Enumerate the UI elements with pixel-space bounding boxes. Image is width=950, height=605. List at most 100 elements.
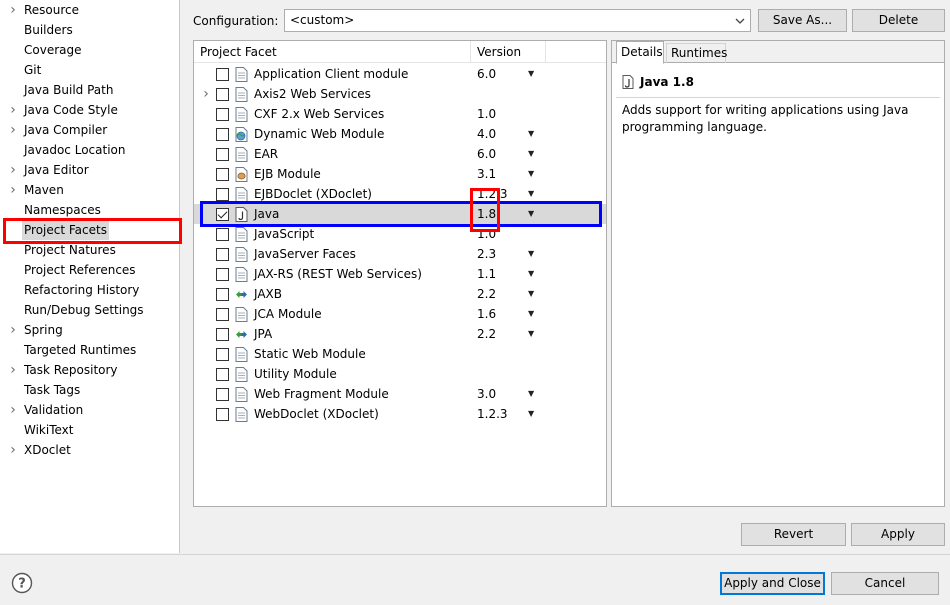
expand-arrow-icon[interactable]: › bbox=[8, 100, 18, 120]
nav-item-targeted-runtimes[interactable]: Targeted Runtimes bbox=[0, 340, 178, 360]
save-as-button[interactable]: Save As... bbox=[758, 9, 847, 32]
expand-arrow-icon[interactable]: › bbox=[8, 360, 18, 380]
nav-item-spring[interactable]: › Spring bbox=[0, 320, 178, 340]
facet-row[interactable]: EAR 6.0 ▼ bbox=[194, 144, 606, 164]
column-header-project-facet[interactable]: Project Facet bbox=[200, 41, 277, 63]
facet-checkbox[interactable] bbox=[216, 208, 229, 221]
nav-item-maven[interactable]: › Maven bbox=[0, 180, 178, 200]
project-facet-table[interactable]: Project Facet Version Application Client… bbox=[193, 40, 607, 507]
nav-item-refactoring-history[interactable]: Refactoring History bbox=[0, 280, 178, 300]
nav-item-namespaces[interactable]: Namespaces bbox=[0, 200, 178, 220]
expand-arrow-icon[interactable]: › bbox=[8, 400, 18, 420]
facet-row[interactable]: JPA 2.2 ▼ bbox=[194, 324, 606, 344]
help-icon[interactable]: ? bbox=[11, 572, 33, 594]
facet-checkbox[interactable] bbox=[216, 308, 229, 321]
delete-button[interactable]: Delete bbox=[852, 9, 945, 32]
nav-item-xdoclet[interactable]: › XDoclet bbox=[0, 440, 178, 460]
nav-item-coverage[interactable]: Coverage bbox=[0, 40, 178, 60]
version-dropdown-icon[interactable]: ▼ bbox=[528, 124, 534, 144]
nav-item-git[interactable]: Git bbox=[0, 60, 178, 80]
nav-item-javadoc-location[interactable]: Javadoc Location bbox=[0, 140, 178, 160]
version-dropdown-icon[interactable]: ▼ bbox=[528, 304, 534, 324]
facet-version[interactable]: 6.0 bbox=[477, 144, 496, 164]
facet-checkbox[interactable] bbox=[216, 388, 229, 401]
facet-version[interactable]: 1.6 bbox=[477, 304, 496, 324]
expand-arrow-icon[interactable]: › bbox=[8, 160, 18, 180]
version-dropdown-icon[interactable]: ▼ bbox=[528, 244, 534, 264]
facet-row[interactable]: EJBDoclet (XDoclet) 1.2.3 ▼ bbox=[194, 184, 606, 204]
nav-item-wikitext[interactable]: WikiText bbox=[0, 420, 178, 440]
facet-row[interactable]: Utility Module bbox=[194, 364, 606, 384]
nav-item-java-code-style[interactable]: › Java Code Style bbox=[0, 100, 178, 120]
facet-version[interactable]: 2.2 bbox=[477, 324, 496, 344]
nav-item-java-compiler[interactable]: › Java Compiler bbox=[0, 120, 178, 140]
facet-version[interactable]: 2.2 bbox=[477, 284, 496, 304]
facet-row[interactable]: JAXB 2.2 ▼ bbox=[194, 284, 606, 304]
nav-item-project-references[interactable]: Project References bbox=[0, 260, 178, 280]
version-dropdown-icon[interactable]: ▼ bbox=[528, 204, 534, 224]
tab-runtimes[interactable]: Runtimes bbox=[666, 43, 727, 63]
facet-version[interactable]: 1.2.3 bbox=[477, 184, 508, 204]
facet-checkbox[interactable] bbox=[216, 168, 229, 181]
facet-checkbox[interactable] bbox=[216, 368, 229, 381]
facet-version[interactable]: 3.1 bbox=[477, 164, 496, 184]
facet-row[interactable]: Static Web Module bbox=[194, 344, 606, 364]
configuration-select[interactable]: <custom> bbox=[284, 9, 751, 32]
facet-row[interactable]: Java 1.8 ▼ bbox=[194, 204, 606, 224]
facet-checkbox[interactable] bbox=[216, 228, 229, 241]
facet-version[interactable]: 3.0 bbox=[477, 384, 496, 404]
facet-row[interactable]: Dynamic Web Module 4.0 ▼ bbox=[194, 124, 606, 144]
facet-version[interactable]: 1.1 bbox=[477, 264, 496, 284]
facet-row[interactable]: EJB Module 3.1 ▼ bbox=[194, 164, 606, 184]
facet-checkbox[interactable] bbox=[216, 68, 229, 81]
facet-version[interactable]: 1.2.3 bbox=[477, 404, 508, 424]
facet-row[interactable]: JAX-RS (REST Web Services) 1.1 ▼ bbox=[194, 264, 606, 284]
expand-arrow-icon[interactable]: › bbox=[8, 320, 18, 340]
facet-version[interactable]: 4.0 bbox=[477, 124, 496, 144]
facet-version[interactable]: 1.8 bbox=[477, 204, 496, 224]
apply-and-close-button[interactable]: Apply and Close bbox=[720, 572, 825, 595]
facet-row[interactable]: Application Client module 6.0 ▼ bbox=[194, 64, 606, 84]
facet-row[interactable]: JavaScript 1.0 bbox=[194, 224, 606, 244]
cancel-button[interactable]: Cancel bbox=[831, 572, 939, 595]
nav-item-builders[interactable]: Builders bbox=[0, 20, 178, 40]
facet-checkbox[interactable] bbox=[216, 248, 229, 261]
facet-version[interactable]: 2.3 bbox=[477, 244, 496, 264]
nav-item-java-editor[interactable]: › Java Editor bbox=[0, 160, 178, 180]
facet-checkbox[interactable] bbox=[216, 148, 229, 161]
expand-arrow-icon[interactable]: › bbox=[8, 180, 18, 200]
facet-checkbox[interactable] bbox=[216, 288, 229, 301]
version-dropdown-icon[interactable]: ▼ bbox=[528, 284, 534, 304]
expand-arrow-icon[interactable]: › bbox=[8, 440, 18, 460]
facet-checkbox[interactable] bbox=[216, 108, 229, 121]
apply-button[interactable]: Apply bbox=[851, 523, 945, 546]
expand-arrow-icon[interactable]: › bbox=[201, 87, 211, 101]
expand-arrow-icon[interactable]: › bbox=[8, 0, 18, 20]
facet-row[interactable]: Web Fragment Module 3.0 ▼ bbox=[194, 384, 606, 404]
version-dropdown-icon[interactable]: ▼ bbox=[528, 164, 534, 184]
version-dropdown-icon[interactable]: ▼ bbox=[528, 184, 534, 204]
nav-item-project-natures[interactable]: Project Natures bbox=[0, 240, 178, 260]
version-dropdown-icon[interactable]: ▼ bbox=[528, 384, 534, 404]
nav-item-task-repository[interactable]: › Task Repository bbox=[0, 360, 178, 380]
facet-row[interactable]: › Axis2 Web Services bbox=[194, 84, 606, 104]
nav-item-resource[interactable]: › Resource bbox=[0, 0, 178, 20]
column-header-version[interactable]: Version bbox=[477, 41, 521, 63]
facet-checkbox[interactable] bbox=[216, 328, 229, 341]
version-dropdown-icon[interactable]: ▼ bbox=[528, 324, 534, 344]
properties-nav-tree[interactable]: › Resource Builders Coverage Git Java Build P… bbox=[0, 0, 180, 553]
tab-details[interactable]: Details bbox=[616, 41, 664, 64]
nav-item-task-tags[interactable]: Task Tags bbox=[0, 380, 178, 400]
facet-row[interactable]: JavaServer Faces 2.3 ▼ bbox=[194, 244, 606, 264]
expand-arrow-icon[interactable]: › bbox=[8, 120, 18, 140]
version-dropdown-icon[interactable]: ▼ bbox=[528, 64, 534, 84]
facet-checkbox[interactable] bbox=[216, 268, 229, 281]
facet-version[interactable]: 1.0 bbox=[477, 104, 496, 124]
nav-item-run-debug-settings[interactable]: Run/Debug Settings bbox=[0, 300, 178, 320]
nav-item-project-facets[interactable]: Project Facets bbox=[0, 220, 178, 240]
facet-checkbox[interactable] bbox=[216, 188, 229, 201]
facet-version[interactable]: 1.0 bbox=[477, 224, 496, 244]
version-dropdown-icon[interactable]: ▼ bbox=[528, 264, 534, 284]
facet-checkbox[interactable] bbox=[216, 88, 229, 101]
facet-checkbox[interactable] bbox=[216, 348, 229, 361]
